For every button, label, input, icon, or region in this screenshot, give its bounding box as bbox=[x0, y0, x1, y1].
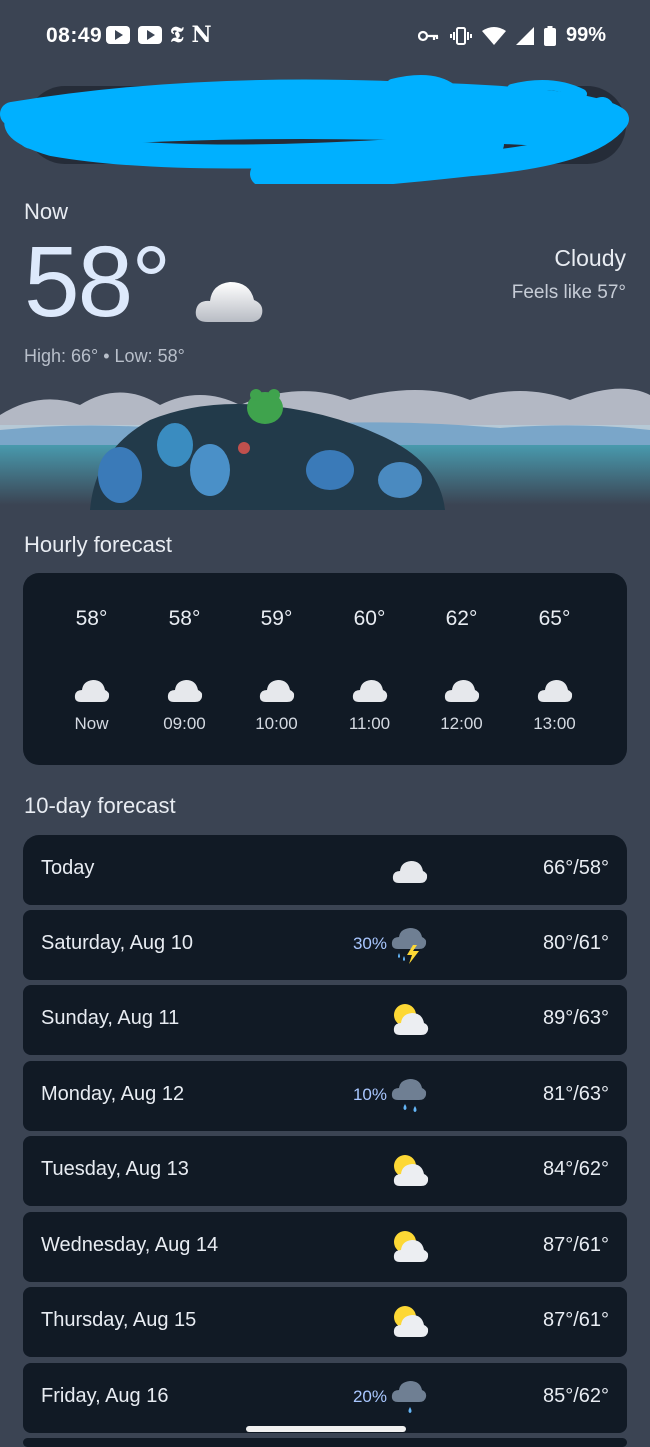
daily-row-partial bbox=[23, 1438, 627, 1447]
battery-percent: 99% bbox=[565, 24, 606, 46]
signal-icon bbox=[515, 26, 534, 45]
daily-row[interactable]: Sunday, Aug 11 89°/63° bbox=[23, 985, 627, 1055]
feels-like-text: Feels like 57° bbox=[511, 282, 626, 303]
day-temps: 66°/58° bbox=[542, 857, 609, 879]
hourly-temp: 60° bbox=[353, 607, 386, 630]
hourly-temp: 62° bbox=[445, 607, 478, 630]
hourly-time: 12:00 bbox=[440, 714, 483, 733]
system-icons: 99% bbox=[417, 24, 606, 47]
nytimes-icon: 𝕿 bbox=[170, 22, 184, 48]
rain-icon bbox=[391, 1381, 427, 1413]
now-label: Now bbox=[24, 199, 69, 224]
hourly-item: 58° 09:00 bbox=[138, 573, 231, 765]
redaction-scribble bbox=[0, 75, 629, 184]
youtube-icon bbox=[106, 26, 130, 44]
hourly-time: 11:00 bbox=[348, 714, 391, 733]
day-name: Wednesday, Aug 14 bbox=[41, 1234, 219, 1256]
hourly-item: 60° 11:00 bbox=[323, 573, 416, 765]
battery-icon bbox=[543, 25, 556, 46]
hourly-time: 10:00 bbox=[255, 714, 298, 733]
day-name: Sunday, Aug 11 bbox=[41, 1007, 180, 1029]
day-name: Friday, Aug 16 bbox=[41, 1385, 169, 1407]
cloud-icon bbox=[392, 861, 428, 883]
current-temperature: 58° bbox=[24, 226, 171, 338]
day-temps: 81°/63° bbox=[542, 1083, 609, 1105]
partly-cloudy-icon bbox=[393, 1306, 429, 1337]
daily-row[interactable]: Tuesday, Aug 13 84°/62° bbox=[23, 1136, 627, 1206]
partly-cloudy-icon bbox=[393, 1155, 429, 1186]
hourly-temp: 59° bbox=[260, 607, 293, 630]
partly-cloudy-icon bbox=[393, 1004, 429, 1035]
hourly-item: 65° 13:00 bbox=[508, 573, 601, 765]
cloud-icon bbox=[195, 282, 263, 322]
netflix-icon: N bbox=[191, 22, 212, 48]
day-name: Monday, Aug 12 bbox=[41, 1083, 185, 1105]
hourly-forecast-title: Hourly forecast bbox=[24, 532, 172, 557]
vpn-key-icon bbox=[417, 30, 439, 41]
hourly-item: 58° Now bbox=[45, 573, 138, 765]
condition-text: Cloudy bbox=[554, 245, 626, 271]
day-name: Saturday, Aug 10 bbox=[41, 932, 193, 954]
daily-row[interactable]: Friday, Aug 16 20% 85°/62° bbox=[23, 1363, 627, 1433]
hourly-temp: 58° bbox=[75, 607, 108, 630]
day-name: Today bbox=[41, 857, 95, 879]
precip-chance: 30% bbox=[352, 934, 387, 953]
day-temps: 85°/62° bbox=[542, 1385, 609, 1407]
day-temps: 87°/61° bbox=[542, 1309, 609, 1331]
youtube-icon bbox=[138, 26, 162, 44]
hourly-item: 62° 12:00 bbox=[415, 573, 508, 765]
partly-cloudy-icon bbox=[393, 1231, 429, 1262]
daily-row-today[interactable]: Today 66°/58° bbox=[23, 835, 627, 905]
hourly-time: Now bbox=[74, 714, 109, 733]
cloud-icon bbox=[167, 680, 203, 702]
day-name: Tuesday, Aug 13 bbox=[41, 1158, 189, 1180]
precip-chance: 10% bbox=[352, 1085, 387, 1104]
gesture-nav-handle[interactable] bbox=[246, 1426, 406, 1432]
status-bar: 08:49 𝕿 N 99% bbox=[0, 0, 650, 76]
daily-row[interactable]: Saturday, Aug 10 30% 80°/61° bbox=[23, 910, 627, 980]
thunderstorm-icon bbox=[391, 928, 427, 964]
day-temps: 89°/63° bbox=[542, 1007, 609, 1029]
day-temps: 80°/61° bbox=[542, 932, 609, 954]
cloud-icon bbox=[259, 680, 295, 702]
hourly-forecast-card[interactable]: 58° Now 58° 09:00 59° 10:00 60° 11:00 62… bbox=[23, 573, 627, 765]
weather-illustration bbox=[0, 388, 650, 510]
vibrate-icon bbox=[449, 26, 472, 45]
precip-chance: 20% bbox=[352, 1387, 387, 1406]
ten-day-forecast-title: 10-day forecast bbox=[24, 793, 176, 818]
cloud-icon bbox=[74, 680, 110, 702]
hourly-time: 09:00 bbox=[163, 714, 206, 733]
hourly-temp: 58° bbox=[168, 607, 201, 630]
hourly-item: 59° 10:00 bbox=[230, 573, 323, 765]
day-name: Thursday, Aug 15 bbox=[41, 1309, 197, 1331]
hourly-time: 13:00 bbox=[533, 714, 576, 733]
high-low-text: High: 66° • Low: 58° bbox=[24, 346, 185, 366]
wifi-icon bbox=[481, 26, 506, 45]
cloud-icon bbox=[352, 680, 388, 702]
day-temps: 87°/61° bbox=[542, 1234, 609, 1256]
status-time: 08:49 bbox=[46, 24, 103, 47]
rain-icon bbox=[391, 1079, 427, 1112]
daily-row[interactable]: Wednesday, Aug 14 87°/61° bbox=[23, 1212, 627, 1282]
cloud-icon bbox=[444, 680, 480, 702]
day-temps: 84°/62° bbox=[542, 1158, 609, 1180]
notification-icons: 𝕿 N bbox=[106, 22, 212, 48]
hourly-temp: 65° bbox=[538, 607, 571, 630]
daily-row[interactable]: Monday, Aug 12 10% 81°/63° bbox=[23, 1061, 627, 1131]
cloud-icon bbox=[537, 680, 573, 702]
daily-row[interactable]: Thursday, Aug 15 87°/61° bbox=[23, 1287, 627, 1357]
